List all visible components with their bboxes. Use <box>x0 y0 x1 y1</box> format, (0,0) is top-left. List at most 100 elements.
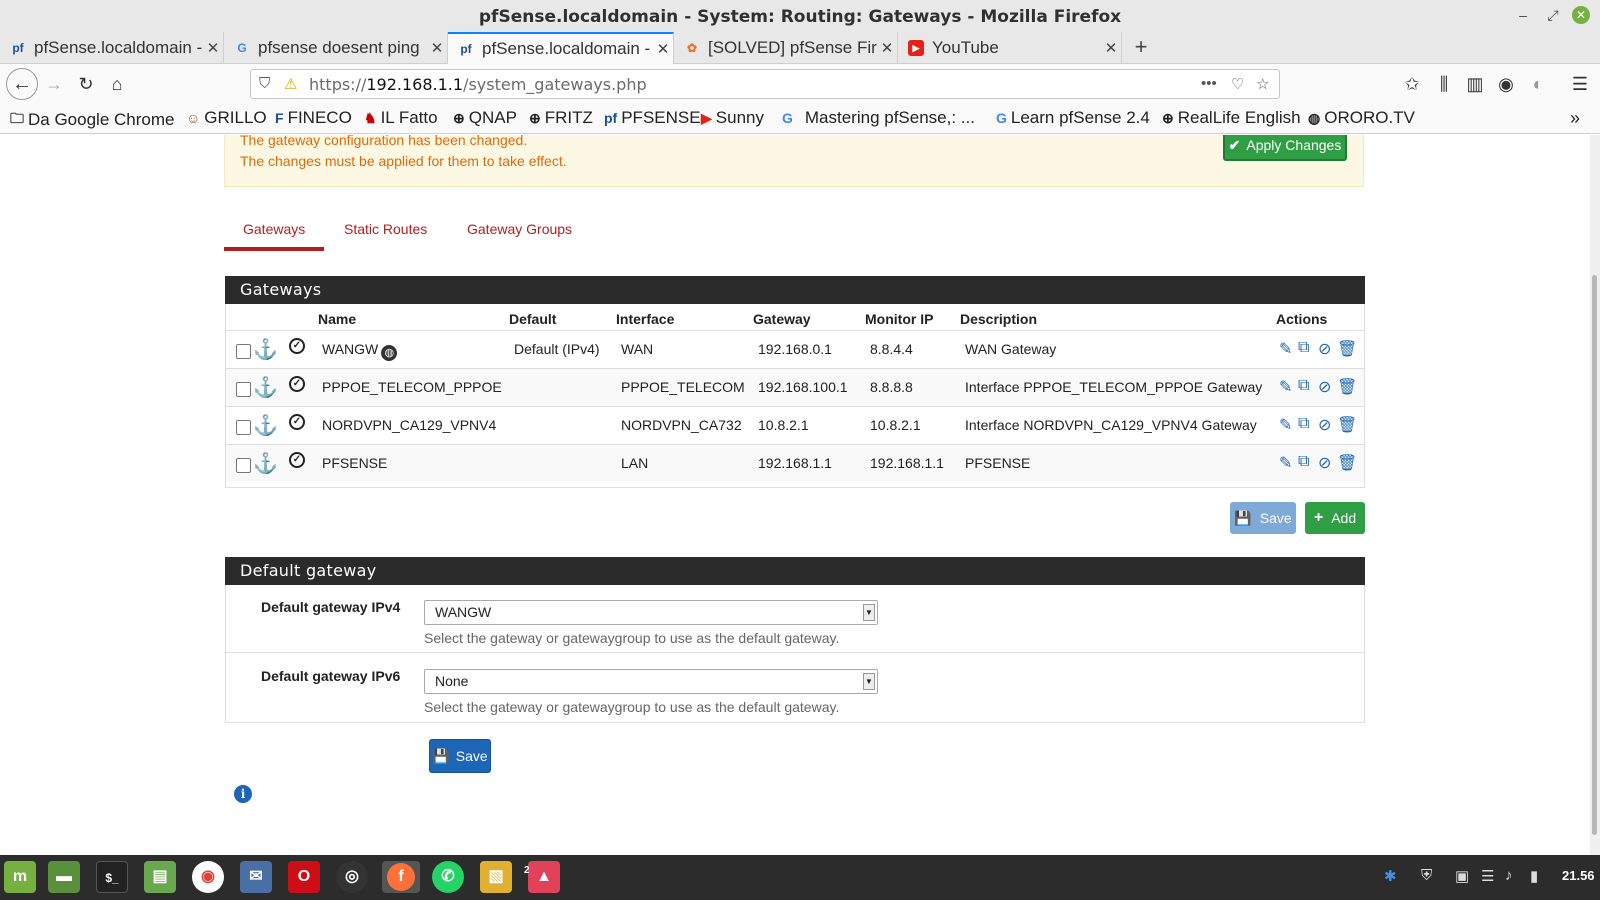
close-tab-icon[interactable]: ✕ <box>653 40 673 58</box>
page-actions-icon[interactable]: ••• <box>1201 75 1217 92</box>
maximize-icon[interactable]: ⤢ <box>1544 6 1562 24</box>
whatsapp-icon[interactable]: ✆ <box>432 861 464 893</box>
edit-icon[interactable]: ✎ <box>1279 339 1292 359</box>
new-tab-icon[interactable]: + <box>1130 32 1152 64</box>
bookmark[interactable]: G Learn pfSense 2.4 <box>996 108 1150 128</box>
close-tab-icon[interactable]: ✕ <box>427 39 447 57</box>
page-scrollbar[interactable] <box>1590 135 1600 855</box>
col-gateway[interactable]: Gateway <box>753 311 811 327</box>
disable-icon[interactable]: ⊘ <box>1318 339 1331 359</box>
close-window-icon[interactable]: ✕ <box>1572 6 1590 24</box>
anchor-icon[interactable]: ⚓ <box>253 337 278 362</box>
wifi-icon[interactable]: ☰ <box>1481 867 1494 885</box>
edit-icon[interactable]: ✎ <box>1279 415 1292 435</box>
mail-icon[interactable]: ✉ <box>240 861 272 893</box>
edit-icon[interactable]: ✎ <box>1279 453 1292 473</box>
bookmark[interactable]: G Mastering pfSense,: ... <box>782 108 975 128</box>
more-bookmarks-icon[interactable]: » <box>1570 108 1580 129</box>
bookmark-star-icon[interactable]: ☆ <box>1256 75 1269 93</box>
row-checkbox[interactable] <box>236 458 251 473</box>
copy-icon[interactable]: ⧉ <box>1298 415 1309 433</box>
firefox-taskbar-item[interactable]: f <box>382 861 420 893</box>
browser-tab-2[interactable]: G pfsense doesent ping ✕ <box>224 32 448 64</box>
info-icon[interactable]: i <box>234 785 252 803</box>
bookmark[interactable]: F FINECO <box>275 108 352 128</box>
col-description[interactable]: Description <box>960 311 1037 327</box>
bookmark[interactable]: pf PFSENSE <box>604 108 701 128</box>
apply-changes-button[interactable]: ✔ Apply Changes <box>1223 135 1347 161</box>
disable-icon[interactable]: ⊘ <box>1318 377 1331 397</box>
shield-icon[interactable]: ⛉ <box>259 75 270 92</box>
copy-icon[interactable]: ⧉ <box>1298 377 1309 395</box>
battery-icon[interactable]: ▮ <box>1530 867 1538 885</box>
edit-icon[interactable]: ✎ <box>1279 377 1292 397</box>
anchor-icon[interactable]: ⚓ <box>253 413 278 438</box>
library-icon[interactable]: ⫼ <box>1432 72 1456 96</box>
sync-icon[interactable]: ◐ <box>1526 72 1550 96</box>
save-gateways-button[interactable]: 💾 Save <box>1230 502 1296 534</box>
home-icon[interactable]: ⌂ <box>105 72 129 96</box>
tab-gateways[interactable]: Gateways <box>243 221 305 237</box>
col-default[interactable]: Default <box>509 311 556 327</box>
anchor-icon[interactable]: ⚓ <box>253 451 278 476</box>
add-gateway-button[interactable]: + Add <box>1305 502 1365 534</box>
mint-menu-icon[interactable]: m <box>4 861 36 893</box>
bookmark[interactable]: ⊕ RealLife English <box>1162 108 1301 128</box>
security-shield-icon[interactable]: ⛨ <box>1421 867 1432 884</box>
bookmark[interactable]: ♞ IL Fatto <box>364 108 438 128</box>
close-tab-icon[interactable]: ✕ <box>877 39 897 57</box>
col-monitor-ip[interactable]: Monitor IP <box>865 311 933 327</box>
row-checkbox[interactable] <box>236 382 251 397</box>
forward-icon[interactable]: → <box>42 72 66 96</box>
disable-icon[interactable]: ⊘ <box>1318 415 1331 435</box>
trash-icon[interactable]: 🗑 <box>1337 339 1357 359</box>
ipv6-gateway-select[interactable]: None ▼ <box>424 669 878 694</box>
bookmark[interactable]: ⊕ FRITZ <box>529 108 593 128</box>
copy-icon[interactable]: ⧉ <box>1298 339 1309 357</box>
close-tab-icon[interactable]: ✕ <box>203 39 223 57</box>
bookmark[interactable]: ▶ Sunny <box>701 108 764 128</box>
copy-icon[interactable]: ⧉ <box>1298 453 1309 471</box>
insecure-lock-icon[interactable]: ⚠ <box>284 75 297 93</box>
row-checkbox[interactable] <box>236 420 251 435</box>
files-icon[interactable]: ▤ <box>144 861 176 893</box>
save-default-gateway-button[interactable]: 💾 Save <box>429 739 491 773</box>
menu-icon[interactable]: ☰ <box>1568 72 1592 96</box>
browser-tab-5[interactable]: ▶ YouTube ✕ <box>898 32 1122 64</box>
url-text[interactable]: https://192.168.1.1/system_gateways.php <box>309 75 647 94</box>
downloads-icon[interactable]: ✩ <box>1400 72 1424 96</box>
trash-icon[interactable]: 🗑 <box>1337 453 1357 473</box>
bluetooth-icon[interactable]: ✱ <box>1384 867 1397 885</box>
browser-tab-4[interactable]: ✿ [SOLVED] pfSense Fire ✕ <box>674 32 898 64</box>
minimize-icon[interactable]: – <box>1514 6 1532 24</box>
disable-icon[interactable]: ⊘ <box>1318 453 1331 473</box>
close-tab-icon[interactable]: ✕ <box>1101 39 1121 57</box>
image-viewer-icon[interactable]: ▲ 2 <box>524 861 560 893</box>
row-checkbox[interactable] <box>236 344 251 359</box>
bookmark-folder[interactable]: 🗀 Da Google Chrome <box>10 108 174 132</box>
reload-icon[interactable]: ↻ <box>74 72 98 96</box>
browser-tab-3-active[interactable]: pf pfSense.localdomain - ✕ <box>448 32 674 64</box>
pocket-icon[interactable]: ♡ <box>1231 75 1244 93</box>
clock[interactable]: 21.56 <box>1562 868 1595 883</box>
col-name[interactable]: Name <box>318 311 356 327</box>
webcam-icon[interactable]: ◎ <box>336 861 368 893</box>
ipv4-gateway-select[interactable]: WANGW ▼ <box>424 600 878 625</box>
chrome-icon[interactable]: ◉ <box>192 861 224 893</box>
trash-icon[interactable]: 🗑 <box>1337 415 1357 435</box>
scroll-thumb[interactable] <box>1592 275 1597 835</box>
terminal-icon[interactable]: $_ <box>96 861 128 893</box>
sidebar-icon[interactable]: ▥ <box>1463 72 1487 96</box>
bookmark[interactable]: ◍ ORORO.TV <box>1308 108 1415 128</box>
anchor-icon[interactable]: ⚓ <box>253 375 278 400</box>
bookmark[interactable]: ⊕ QNAP <box>453 108 517 128</box>
keyboard-layout-icon[interactable]: ▣ <box>1455 867 1469 885</box>
bookmark[interactable]: ☺ GRILLO <box>186 108 267 128</box>
trash-icon[interactable]: 🗑 <box>1337 377 1357 397</box>
col-interface[interactable]: Interface <box>616 311 674 327</box>
browser-tab-1[interactable]: pf pfSense.localdomain - ✕ <box>0 32 224 64</box>
volume-icon[interactable]: ♪ <box>1505 867 1513 884</box>
back-icon[interactable]: ← <box>6 68 38 100</box>
url-bar[interactable]: ⛉ ⚠ https://192.168.1.1/system_gateways.… <box>250 69 1280 99</box>
archive-icon[interactable]: ▧ <box>480 861 512 893</box>
